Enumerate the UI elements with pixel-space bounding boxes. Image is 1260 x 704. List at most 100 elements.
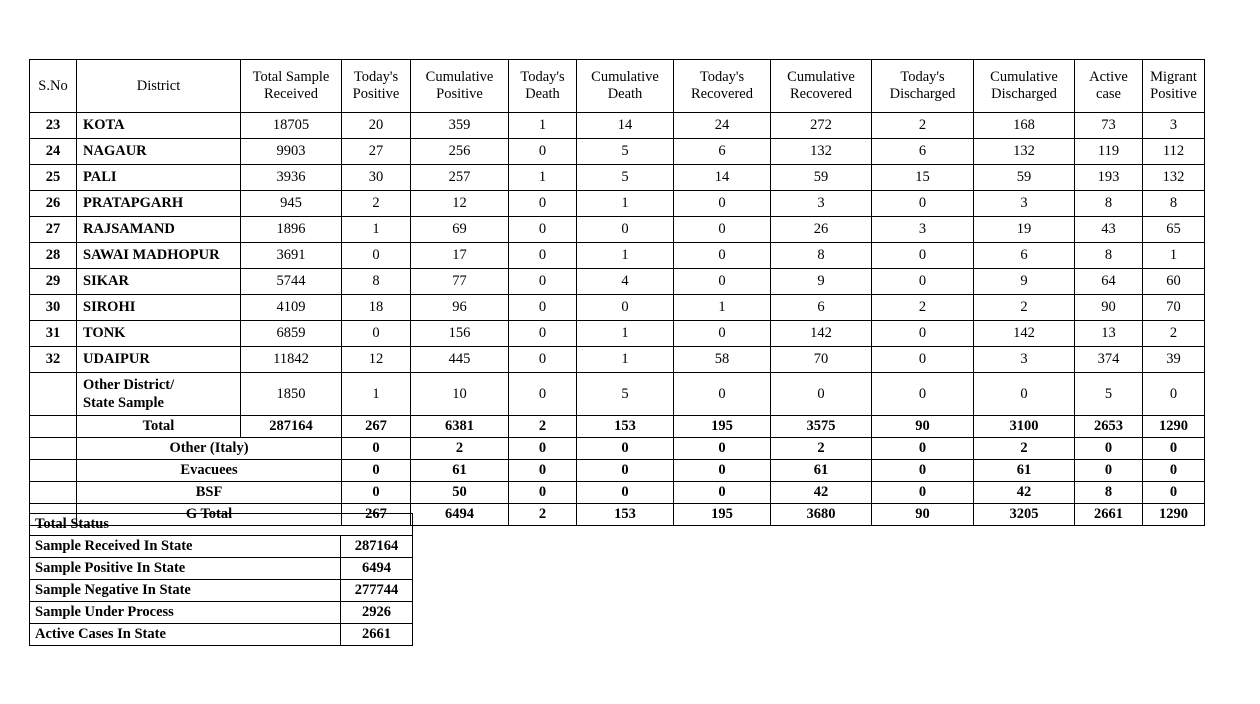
cell-active-case: 374 — [1074, 346, 1143, 373]
cell-district: UDAIPUR — [76, 346, 241, 373]
cell-sno: 32 — [29, 346, 77, 373]
cell-migrant-positive: 0 — [1142, 481, 1205, 504]
cell-sno: 23 — [29, 112, 77, 139]
cell-active-case: 43 — [1074, 216, 1143, 243]
cell-total-sample-received: 945 — [240, 190, 342, 217]
cell-todays-discharged: 15 — [871, 164, 974, 191]
cell-cumulative-discharged: 19 — [973, 216, 1075, 243]
cell-todays-positive: 8 — [341, 268, 411, 295]
cell-active-case: 193 — [1074, 164, 1143, 191]
cell-todays-discharged: 0 — [871, 242, 974, 269]
total-status-label: Sample Received In State — [29, 535, 341, 558]
cell-district: Other District/State Sample — [76, 372, 241, 416]
column-header-cumulative-positive: Cumulative Positive — [410, 59, 509, 113]
cell-cumulative-discharged: 6 — [973, 242, 1075, 269]
cell-todays-death: 0 — [508, 242, 577, 269]
cell-migrant-positive: 3 — [1142, 112, 1205, 139]
column-header-cumulative-death: Cumulative Death — [576, 59, 674, 113]
cell-todays-death: 0 — [508, 481, 577, 504]
cell-cumulative-death: 5 — [576, 138, 674, 165]
cell-district: SIROHI — [76, 294, 241, 321]
cell-cumulative-recovered: 272 — [770, 112, 872, 139]
cell-todays-recovered: 0 — [673, 242, 771, 269]
cell-cumulative-positive: 77 — [410, 268, 509, 295]
cell-todays-recovered: 0 — [673, 481, 771, 504]
cell-cumulative-discharged: 142 — [973, 320, 1075, 347]
cell-cumulative-positive: 2 — [410, 437, 509, 460]
cell-todays-discharged: 0 — [871, 268, 974, 295]
cell-active-case: 73 — [1074, 112, 1143, 139]
cell-total-sample-received: 287164 — [240, 415, 342, 438]
cell-cumulative-discharged: 0 — [973, 372, 1075, 416]
cell-total-label: Total — [76, 415, 241, 438]
cell-todays-positive: 27 — [341, 138, 411, 165]
table-row: 30 SIROHI 4109 18 96 0 0 1 6 2 2 90 70 — [29, 294, 1205, 321]
cell-cumulative-positive: 6381 — [410, 415, 509, 438]
cell-cumulative-positive: 359 — [410, 112, 509, 139]
cell-todays-discharged: 90 — [871, 415, 974, 438]
cell-todays-discharged: 0 — [871, 372, 974, 416]
cell-migrant-positive: 1 — [1142, 242, 1205, 269]
cell-todays-death: 0 — [508, 320, 577, 347]
cell-todays-positive: 1 — [341, 372, 411, 416]
cell-cumulative-recovered: 3680 — [770, 503, 872, 526]
cell-todays-death: 0 — [508, 372, 577, 416]
cell-cumulative-death: 0 — [576, 437, 674, 460]
cell-todays-death: 2 — [508, 503, 577, 526]
cell-migrant-positive: 0 — [1142, 372, 1205, 416]
total-status-table: Total Status Sample Received In State 2871… — [28, 513, 414, 646]
cell-district: SIKAR — [76, 268, 241, 295]
cell-todays-discharged: 0 — [871, 346, 974, 373]
cell-todays-recovered: 58 — [673, 346, 771, 373]
total-status-row: Sample Received In State 287164 — [29, 535, 414, 558]
cell-total-sample-received: 18705 — [240, 112, 342, 139]
cell-todays-recovered: 6 — [673, 138, 771, 165]
total-status-table-body: Total Status Sample Received In State 2871… — [28, 513, 414, 646]
table-row: 31 TONK 6859 0 156 0 1 0 142 0 142 13 2 — [29, 320, 1205, 347]
header-row: S.No District Total Sample Received Toda… — [29, 59, 1205, 113]
cell-todays-discharged: 0 — [871, 320, 974, 347]
total-status-label: Sample Negative In State — [29, 579, 341, 602]
cell-district: PALI — [76, 164, 241, 191]
cell-cumulative-death: 5 — [576, 164, 674, 191]
cell-total-sample-received: 11842 — [240, 346, 342, 373]
table-row: 28 SAWAI MADHOPUR 3691 0 17 0 1 0 8 0 6 8 1 — [29, 242, 1205, 269]
cell-cumulative-discharged: 168 — [973, 112, 1075, 139]
total-status-row: Sample Positive In State 6494 — [29, 557, 414, 580]
cell-active-case: 0 — [1074, 459, 1143, 482]
cell-total-sample-received: 3936 — [240, 164, 342, 191]
cell-cumulative-death: 4 — [576, 268, 674, 295]
cell-cumulative-discharged: 42 — [973, 481, 1075, 504]
cell-todays-positive: 12 — [341, 346, 411, 373]
cell-active-case: 13 — [1074, 320, 1143, 347]
cell-cumulative-discharged: 3 — [973, 346, 1075, 373]
cell-district: NAGAUR — [76, 138, 241, 165]
cell-cumulative-discharged: 61 — [973, 459, 1075, 482]
cell-cumulative-recovered: 3 — [770, 190, 872, 217]
cell-cumulative-discharged: 132 — [973, 138, 1075, 165]
cell-sno: 26 — [29, 190, 77, 217]
table-row-summary: Other (Italy) 0 2 0 0 0 2 0 2 0 0 — [29, 437, 1205, 460]
cell-todays-death: 1 — [508, 164, 577, 191]
cell-todays-death: 0 — [508, 294, 577, 321]
total-status-row: Sample Negative In State 277744 — [29, 579, 414, 602]
column-header-migrant-positive: Migrant Positive — [1142, 59, 1205, 113]
cell-cumulative-recovered: 61 — [770, 459, 872, 482]
table-row-summary: Evacuees 0 61 0 0 0 61 0 61 0 0 — [29, 459, 1205, 482]
cell-cumulative-positive: 12 — [410, 190, 509, 217]
cell-cumulative-discharged: 3100 — [973, 415, 1075, 438]
cell-cumulative-death: 1 — [576, 320, 674, 347]
cell-todays-death: 0 — [508, 216, 577, 243]
cell-cumulative-recovered: 70 — [770, 346, 872, 373]
total-status-value: 6494 — [339, 557, 414, 580]
total-status-label: Sample Positive In State — [29, 557, 341, 580]
cell-active-case: 2653 — [1074, 415, 1143, 438]
cell-cumulative-positive: 156 — [410, 320, 509, 347]
cell-todays-positive: 18 — [341, 294, 411, 321]
cell-cumulative-death: 1 — [576, 346, 674, 373]
cell-active-case: 119 — [1074, 138, 1143, 165]
cell-cumulative-recovered: 132 — [770, 138, 872, 165]
table-row: 23 KOTA 18705 20 359 1 14 24 272 2 168 73 3 — [29, 112, 1205, 139]
cell-cumulative-death: 0 — [576, 459, 674, 482]
cell-migrant-positive: 1290 — [1142, 503, 1205, 526]
